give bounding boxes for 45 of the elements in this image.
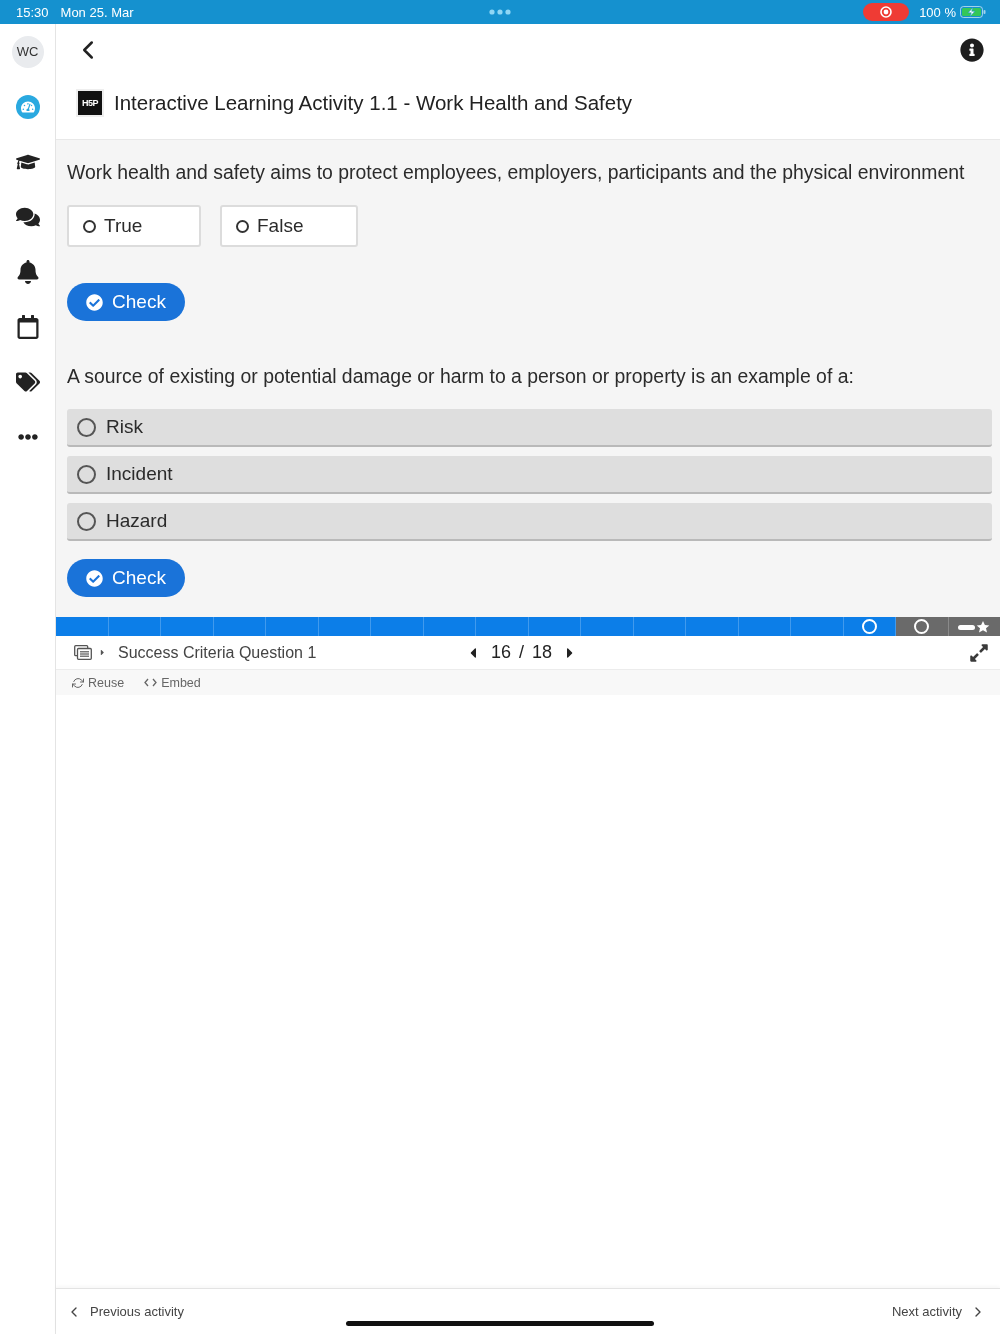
check-button[interactable]: Check	[67, 559, 185, 597]
code-icon	[144, 678, 158, 687]
activity-title: Interactive Learning Activity 1.1 - Work Health and Safety	[114, 91, 633, 115]
info-icon[interactable]	[960, 38, 984, 62]
screen-recording-indicator	[863, 3, 910, 21]
answer-option[interactable]: Hazard	[67, 503, 992, 541]
slide-title: Success Criteria Question 1	[118, 643, 317, 662]
progress-segment[interactable]	[843, 617, 896, 636]
answer-option[interactable]: True	[67, 205, 201, 247]
slides-list-icon[interactable]	[74, 645, 92, 660]
dashboard-gauge-icon[interactable]	[15, 94, 40, 119]
battery-charging-icon	[960, 6, 986, 18]
fullscreen-icon[interactable]	[969, 642, 989, 663]
ring-icon	[914, 619, 930, 634]
status-date: Mon 25. Mar	[60, 4, 134, 20]
logo: H5P	[78, 91, 102, 115]
multitasking-dots-icon[interactable]	[489, 9, 511, 15]
user-avatar[interactable]: WC	[11, 35, 44, 68]
progress-segment[interactable]	[948, 617, 1000, 636]
battery-percentage: 100 %	[919, 4, 956, 20]
ring-icon	[861, 619, 877, 634]
caret-icon[interactable]	[98, 648, 107, 657]
check-button[interactable]: Check	[67, 283, 185, 321]
radio-button[interactable]	[77, 464, 96, 484]
previous-activity-link[interactable]: Previous activity	[66, 1303, 184, 1320]
embed-link[interactable]: Embed	[144, 675, 201, 690]
answer-option[interactable]: False	[220, 205, 358, 247]
next-activity-link[interactable]: Next activity	[891, 1303, 986, 1320]
dash-star-icon	[958, 620, 991, 633]
radio-button[interactable]	[77, 511, 96, 531]
radio-button[interactable]	[83, 219, 96, 233]
calendar-icon[interactable]	[15, 314, 40, 339]
reuse-link[interactable]: Reuse	[72, 675, 125, 690]
question-text: Work health and safety aims to protect employees, employers, participants and the physical environment	[67, 160, 966, 185]
radio-button[interactable]	[236, 219, 249, 233]
progress-segment[interactable]	[896, 617, 949, 636]
question-text: A source of existing or potential damage or harm to a person or property is an example of a:	[67, 364, 855, 389]
radio-button[interactable]	[77, 417, 96, 437]
answer-option[interactable]: Risk	[67, 409, 992, 447]
tags-icon[interactable]	[15, 369, 40, 394]
status-time: 15:30	[16, 4, 49, 20]
bell-icon[interactable]	[15, 259, 40, 284]
refresh-icon	[72, 676, 84, 689]
slide-counter: 16 / 18	[490, 642, 552, 663]
answer-option[interactable]: Incident	[67, 456, 992, 494]
